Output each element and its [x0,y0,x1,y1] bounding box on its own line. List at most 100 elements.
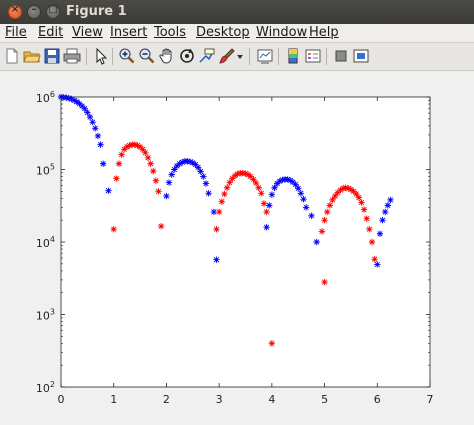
y-tick-label: 105 [36,163,55,178]
data-point [371,255,378,263]
data-point [308,212,315,219]
data-point [200,173,207,180]
data-point [99,160,107,167]
print-icon[interactable] [63,47,81,65]
menu-view[interactable]: View [72,25,103,40]
zoom-in-icon[interactable] [118,47,136,65]
menu-edit[interactable]: Edit [38,25,63,40]
window-minimize-button[interactable]: – [27,4,41,19]
rotate-3d-icon[interactable] [178,47,196,65]
data-point [376,230,384,237]
data-point [366,226,373,233]
data-point [89,118,96,126]
toolbar-separator [86,48,87,65]
x-tick-label: 6 [374,393,381,406]
menu-edit-label: Edit [38,25,64,40]
data-point [157,223,165,230]
save-icon[interactable] [43,47,61,65]
menu-desktop[interactable]: Desktop [196,25,250,40]
data-point [263,224,270,231]
data-point [213,226,220,233]
data-point [379,216,386,224]
data-point [268,191,276,198]
menu-window-label: Window [256,25,308,40]
menu-bar: File Edit View Insert Tools Desktop Wind… [0,24,474,43]
toolbar-separator [112,48,113,65]
data-point [363,215,370,222]
data-cursor-icon[interactable] [198,47,216,65]
pan-hand-icon[interactable] [158,47,176,65]
x-tick-label: 2 [163,393,170,406]
menu-tools-label: Tools [154,25,187,40]
menu-help[interactable]: Help [309,25,339,40]
figure-toolbar [0,43,474,71]
data-point [324,208,331,216]
data-point [263,208,270,216]
data-point [150,167,157,175]
data-point [144,154,152,162]
data-point [155,188,162,195]
y-tick-label: 102 [36,380,55,395]
new-figure-icon[interactable] [3,47,21,65]
data-point [97,141,104,148]
toolbar-separator [326,48,327,65]
data-point [94,132,102,140]
hide-plot-tools-icon[interactable] [332,47,350,65]
menu-file-label: File [5,25,27,40]
menu-file[interactable]: File [5,25,27,40]
link-plot-icon[interactable] [256,47,274,65]
zoom-out-icon[interactable] [138,47,156,65]
data-point [152,177,160,184]
data-point [147,160,154,167]
data-point [321,216,328,224]
data-point [268,340,276,347]
open-file-icon[interactable] [23,47,41,65]
y-tick-label: 104 [36,235,55,250]
data-point [321,278,328,286]
data-point [165,179,173,186]
x-tick-label: 0 [58,393,65,406]
y-tick-label: 103 [36,308,55,323]
data-point [110,226,117,233]
insert-legend-icon[interactable] [304,47,322,65]
menu-tools[interactable]: Tools [154,25,186,40]
brush-dropdown-icon[interactable] [236,47,244,65]
data-point [218,198,225,205]
data-point [297,190,305,197]
window-title: Figure 1 [66,4,127,19]
data-point [202,180,210,187]
minimize-icon: – [31,4,37,15]
plot-area[interactable]: 0 1 2 3 4 5 6 7 102 103 104 105 106 [0,71,474,425]
window-close-button[interactable]: × [8,4,22,19]
data-point [258,190,265,197]
menu-insert[interactable]: Insert [110,25,147,40]
data-point [115,160,123,167]
data-point [163,192,170,200]
maximize-icon: □ [48,4,58,15]
data-point [215,208,223,216]
menu-desktop-label: Desktop [196,25,250,40]
edit-plot-arrow-icon[interactable] [92,47,110,65]
toolbar-separator [249,48,250,65]
data-point [318,228,326,235]
data-point [92,125,99,132]
menu-insert-label: Insert [110,25,148,40]
brush-icon[interactable] [218,47,236,65]
data-point [313,238,320,246]
window-titlebar: × – □ Figure 1 [0,0,474,24]
data-point [205,190,212,197]
data-point [213,256,220,263]
x-tick-label: 1 [110,393,117,406]
insert-colorbar-icon[interactable] [284,47,302,65]
data-point [300,195,307,203]
menu-window[interactable]: Window [256,25,307,40]
menu-view-label: View [72,25,103,40]
window-maximize-button[interactable]: □ [46,4,60,19]
data-point [387,196,394,204]
data-point [381,208,389,216]
data-point [221,190,228,198]
x-tick-label: 5 [321,393,328,406]
close-icon: × [10,4,20,15]
y-tick-label: 106 [36,90,55,105]
show-plot-tools-icon[interactable] [352,47,370,65]
